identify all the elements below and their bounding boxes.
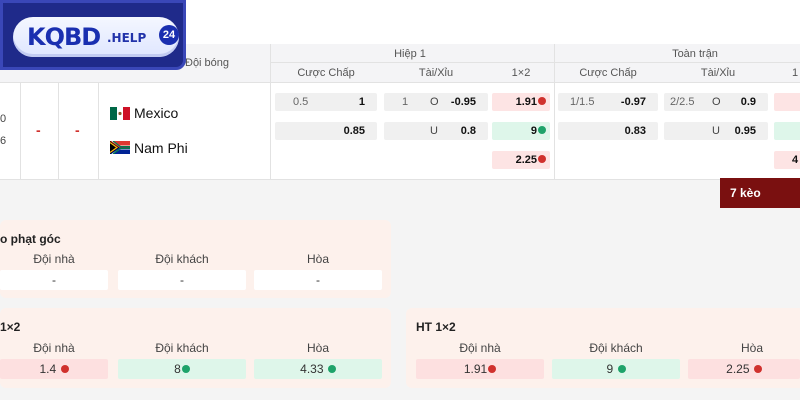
corner-away-label: Đội khách (155, 252, 209, 266)
logo-badge: 24 (159, 25, 179, 45)
full-time-1x2-draw[interactable] (774, 122, 800, 140)
logo-suffix-text: .HELP (107, 31, 147, 45)
logo-pill: KQBD .HELP 24 (13, 17, 179, 57)
match-info-bottom: 6 (0, 135, 7, 147)
match-row[interactable]: 0 6 - - Mexico Nam Phi 0.5 1 0.85 1 O -0… (0, 83, 800, 180)
first-half-header: Hiệp 1 (394, 48, 426, 60)
site-logo[interactable]: KQBD .HELP 24 (0, 0, 186, 70)
corner-draw-label: Hòa (306, 252, 329, 266)
away-team-name[interactable]: Nam Phi (134, 140, 188, 156)
full-time-1x2-header: 1 (791, 67, 799, 79)
corner-home-label: Đội nhà (33, 252, 75, 266)
first-half-handicap-away[interactable]: 0.85 (275, 122, 377, 140)
corner-draw-odds[interactable]: - (254, 270, 382, 290)
first-half-over-under-header: Tài/Xỉu (418, 67, 454, 79)
red-down-arrow-icon (60, 364, 69, 373)
ft-draw-odds[interactable]: 4.33 (254, 359, 382, 379)
divider (271, 62, 800, 63)
red-down-arrow-icon (753, 364, 762, 373)
red-down-arrow-icon (538, 155, 546, 164)
ft-home-label: Đội nhà (33, 341, 75, 355)
divider (58, 83, 59, 179)
ht-home-label: Đội nhà (459, 341, 501, 355)
first-half-under[interactable]: U 0.8 (384, 122, 488, 140)
full-time-1x2-away[interactable]: 4 (774, 151, 800, 169)
more-bets-button[interactable]: 7 kèo (720, 178, 800, 208)
home-score: - (36, 122, 41, 138)
full-time-over-under-header: Tài/Xỉu (700, 67, 736, 79)
full-time-handicap-away[interactable]: 0.83 (558, 122, 658, 140)
divider (20, 83, 21, 179)
first-half-1x2-away[interactable]: 2.25 (492, 151, 550, 169)
first-half-handicap-header: Cược Chấp (297, 67, 355, 79)
ft-draw-label: Hòa (306, 341, 329, 355)
ht-panel-title: HT 1×2 (416, 320, 456, 334)
ft-away-odds[interactable]: 8 (118, 359, 246, 379)
first-half-1x2-home[interactable]: 1.91 (492, 93, 550, 111)
corner-odds-panel: o phạt góc Đội nhà Đội khách Hòa - - - (0, 220, 391, 298)
full-time-header: Toàn trận (672, 48, 718, 60)
red-down-arrow-icon (538, 97, 546, 106)
ft-panel-title: 1×2 (0, 320, 21, 334)
full-time-under[interactable]: U 0.95 (664, 122, 768, 140)
first-half-handicap-home[interactable]: 0.5 1 (275, 93, 377, 111)
first-half-over[interactable]: 1 O -0.95 (384, 93, 488, 111)
ht-draw-odds[interactable]: 2.25 (688, 359, 800, 379)
ht-away-odds[interactable]: 9 (552, 359, 680, 379)
ht-home-odds[interactable]: 1.91 (416, 359, 544, 379)
green-up-arrow-icon (181, 364, 190, 373)
divider (270, 44, 271, 82)
first-half-1x2-header: 1×2 (511, 67, 531, 79)
away-score: - (75, 122, 80, 138)
full-time-handicap-header: Cược Chấp (579, 67, 637, 79)
full-time-handicap-home[interactable]: 1/1.5 -0.97 (558, 93, 658, 111)
red-down-arrow-icon (488, 364, 497, 373)
corner-home-odds[interactable]: - (0, 270, 108, 290)
team-column-header: Đội bóng (185, 57, 230, 69)
half-time-1x2-panel: HT 1×2 Đội nhà Đội khách Hòa 1.91 9 2.25 (406, 308, 800, 388)
divider (270, 83, 271, 179)
green-up-arrow-icon (538, 126, 546, 135)
ft-home-odds[interactable]: 1.4 (0, 359, 108, 379)
south-africa-flag-icon (110, 141, 130, 154)
home-team-name[interactable]: Mexico (134, 105, 178, 121)
mexico-flag-icon (110, 107, 130, 120)
match-info-top: 0 (0, 113, 7, 125)
ht-draw-label: Hòa (740, 341, 763, 355)
ft-away-label: Đội khách (155, 341, 209, 355)
corner-panel-title: o phạt góc (0, 232, 61, 246)
divider (98, 83, 99, 179)
divider (554, 83, 555, 179)
green-up-arrow-icon (327, 364, 336, 373)
green-up-arrow-icon (617, 364, 626, 373)
full-time-1x2-home[interactable] (774, 93, 800, 111)
full-time-over[interactable]: 2/2.5 O 0.9 (664, 93, 768, 111)
logo-main-text: KQBD (27, 23, 101, 51)
full-time-1x2-panel: 1×2 Đội nhà Đội khách Hòa 1.4 8 4.33 (0, 308, 391, 388)
first-half-1x2-draw[interactable]: 9 (492, 122, 550, 140)
corner-away-odds[interactable]: - (118, 270, 246, 290)
divider (554, 44, 555, 82)
ht-away-label: Đội khách (589, 341, 643, 355)
